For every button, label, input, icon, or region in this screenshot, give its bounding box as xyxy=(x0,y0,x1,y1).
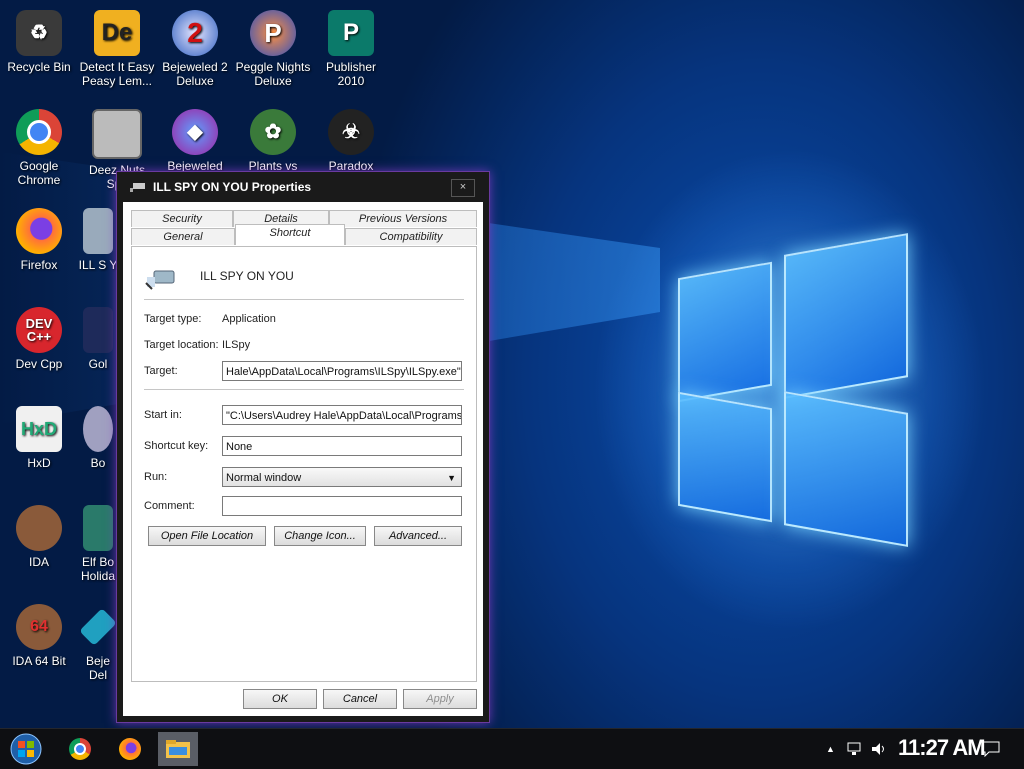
taskbar-file-explorer[interactable] xyxy=(158,732,198,766)
cancel-button[interactable]: Cancel xyxy=(323,689,397,709)
spy-window-icon xyxy=(92,109,142,159)
peggle-icon: P xyxy=(250,10,296,56)
taskbar: ▲ 11:27 AM xyxy=(0,728,1024,769)
start-button[interactable] xyxy=(6,732,46,766)
dialog-client-area: Security Details Previous Versions Gener… xyxy=(123,202,483,716)
apply-button: Apply xyxy=(403,689,477,709)
target-type-label: Target type: xyxy=(144,313,202,325)
comment-label: Comment: xyxy=(144,500,195,512)
start-in-label: Start in: xyxy=(144,409,182,421)
desktop-icon-recycle-bin[interactable]: ♻ Recycle Bin xyxy=(0,4,78,74)
close-button[interactable]: × xyxy=(451,179,475,197)
tray-show-hidden-icons[interactable]: ▲ xyxy=(826,729,835,769)
plant-icon: ✿ xyxy=(250,109,296,155)
taskbar-chrome[interactable] xyxy=(60,732,100,766)
firefox-icon xyxy=(119,738,141,760)
target-type-value: Application xyxy=(222,313,276,325)
desktop-icon-bejeweled-2[interactable]: 2 Bejeweled 2 Deluxe xyxy=(156,4,234,88)
run-select-value: Normal window xyxy=(226,472,302,484)
desktop-icon-ill-spy[interactable]: ILL S Y xyxy=(78,202,118,272)
shortcut-key-input[interactable]: None xyxy=(222,436,462,456)
shortcut-name: ILL SPY ON YOU xyxy=(200,269,294,283)
desktop-icon-peggle-nights[interactable]: P Peggle Nights Deluxe xyxy=(234,4,312,88)
volume-icon[interactable] xyxy=(870,729,888,769)
target-input[interactable]: Hale\AppData\Local\Programs\ILSpy\ILSpy.… xyxy=(222,361,462,381)
bejeweled-icon: ◆ xyxy=(172,109,218,155)
desktop-icon-publisher[interactable]: P Publisher 2010 xyxy=(312,4,390,88)
desktop-icon-paradox[interactable]: ☣ Paradox xyxy=(312,103,390,173)
open-file-location-button[interactable]: Open File Location xyxy=(148,526,266,546)
desktop-icon-bejeweled-deluxe[interactable]: Beje Del xyxy=(78,598,118,682)
run-label: Run: xyxy=(144,471,168,483)
action-center-icon[interactable] xyxy=(982,729,1000,769)
ok-button[interactable]: OK xyxy=(243,689,317,709)
dev-cpp-icon: DEV C++ xyxy=(16,307,62,353)
spy-camera-icon xyxy=(130,183,145,192)
publisher-icon: P xyxy=(328,10,374,56)
gol-icon xyxy=(83,307,113,353)
elf-bowling-icon xyxy=(83,505,113,551)
chrome-icon xyxy=(16,109,62,155)
recycle-bin-icon: ♻ xyxy=(16,10,62,56)
paradox-icon: ☣ xyxy=(328,109,374,155)
target-location-label: Target location: xyxy=(144,339,219,351)
ill-spy-icon xyxy=(83,208,113,254)
windows-start-icon xyxy=(10,733,42,765)
bejeweled-2-icon: 2 xyxy=(172,10,218,56)
desktop-icon-ida[interactable]: IDA xyxy=(0,499,78,569)
firefox-icon xyxy=(16,208,62,254)
dropdown-arrow-icon: ▼ xyxy=(447,473,456,483)
tab-compatibility[interactable]: Compatibility xyxy=(345,228,477,245)
tab-shortcut[interactable]: Shortcut xyxy=(235,224,345,245)
desktop-icon-ida-64[interactable]: 64 IDA 64 Bit xyxy=(0,598,78,668)
folder-icon xyxy=(166,740,190,758)
desktop-icon-bo[interactable]: Bo xyxy=(78,400,118,470)
run-select[interactable]: Normal window ▼ xyxy=(222,467,462,487)
shortcut-key-label: Shortcut key: xyxy=(144,440,209,452)
dialog-titlebar[interactable]: ILL SPY ON YOU Properties xyxy=(117,172,489,202)
desktop-icon-dev-cpp[interactable]: DEV C++ Dev Cpp xyxy=(0,301,78,371)
shortcut-app-icon xyxy=(145,270,175,290)
properties-dialog: ILL SPY ON YOU Properties × Security Det… xyxy=(116,171,490,723)
desktop-icon-firefox[interactable]: Firefox xyxy=(0,202,78,272)
taskbar-clock[interactable]: 11:27 AM xyxy=(898,735,986,761)
desktop-icon-plants-vs-zombies[interactable]: ✿ Plants vs xyxy=(234,103,312,173)
chrome-icon xyxy=(69,738,91,760)
target-location-value: ILSpy xyxy=(222,339,251,351)
taskbar-firefox[interactable] xyxy=(110,732,150,766)
advanced-button[interactable]: Advanced... xyxy=(374,526,462,546)
desktop-icon-elf-bowling[interactable]: Elf Bo Holida xyxy=(78,499,118,583)
tab-general[interactable]: General xyxy=(131,228,235,245)
desktop-icon-detect-it-easy[interactable]: De Detect It Easy Peasy Lem... xyxy=(78,4,156,88)
detect-it-easy-icon: De xyxy=(94,10,140,56)
windows-logo-wallpaper xyxy=(640,230,920,550)
bo-icon xyxy=(83,406,113,452)
tab-previous-versions[interactable]: Previous Versions xyxy=(329,210,477,227)
gem-icon xyxy=(79,608,117,646)
desktop-icon-google-chrome[interactable]: Google Chrome xyxy=(0,103,78,187)
hxd-icon: HxD xyxy=(16,406,62,452)
tab-security[interactable]: Security xyxy=(131,210,233,227)
dialog-title: ILL SPY ON YOU Properties xyxy=(153,180,312,194)
separator xyxy=(144,389,464,390)
shortcut-tab-panel: ILL SPY ON YOU Target type: Application … xyxy=(131,246,477,682)
target-label: Target: xyxy=(144,365,178,377)
ida-icon xyxy=(16,505,62,551)
desktop-icon-gol[interactable]: Gol xyxy=(78,301,118,371)
desktop-icon-bejeweled[interactable]: ◆ Bejeweled xyxy=(156,103,234,173)
start-in-input[interactable]: "C:\Users\Audrey Hale\AppData\Local\Prog… xyxy=(222,405,462,425)
ida-64-icon: 64 xyxy=(16,604,62,650)
comment-input[interactable] xyxy=(222,496,462,516)
network-icon[interactable] xyxy=(846,729,864,769)
separator xyxy=(144,299,464,300)
change-icon-button[interactable]: Change Icon... xyxy=(274,526,366,546)
desktop-icon-hxd[interactable]: HxD HxD xyxy=(0,400,78,470)
